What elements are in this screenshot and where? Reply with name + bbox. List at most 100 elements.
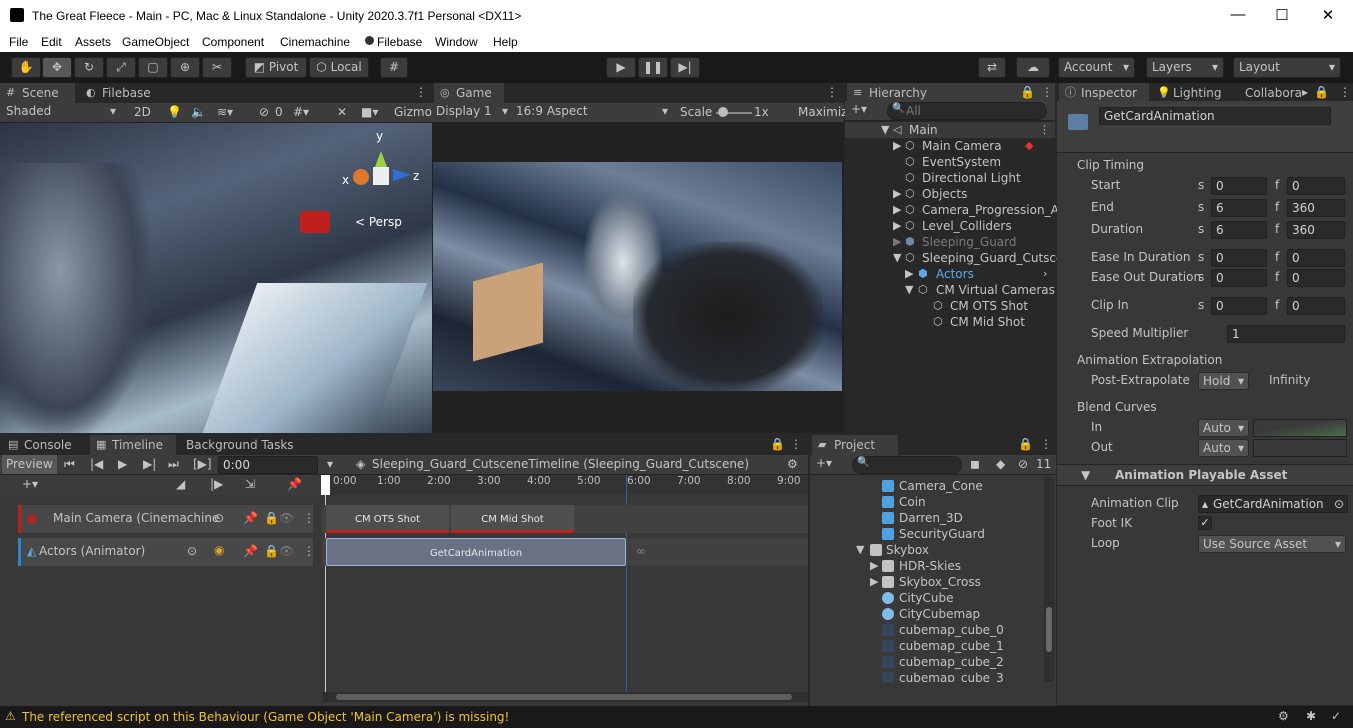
add-button[interactable]: +▾ <box>851 102 867 116</box>
clip-in-frames-input[interactable]: 0 <box>1287 297 1345 315</box>
tab-lighting[interactable]: 💡 Lighting <box>1151 83 1239 103</box>
grid-snap-button[interactable]: # <box>380 57 408 78</box>
lock-icon[interactable]: 🔒 <box>1020 85 1035 99</box>
ease-out-seconds-input[interactable]: 0 <box>1211 269 1267 287</box>
scene-view[interactable]: y x z < Persp <box>0 123 432 433</box>
project-item[interactable]: cubemap_cube_0 <box>810 622 1020 638</box>
transform-tool-button[interactable]: ⊕ <box>170 57 200 78</box>
project-item[interactable]: Coin <box>810 494 1020 510</box>
blend-in-curve-field[interactable] <box>1253 419 1347 437</box>
bug-icon[interactable]: ✱ <box>1306 709 1316 723</box>
search-by-label-icon[interactable]: ◆ <box>996 457 1005 471</box>
menu-gameobject[interactable]: GameObject <box>122 35 189 49</box>
end-seconds-input[interactable]: 6 <box>1211 199 1267 217</box>
playhead[interactable] <box>321 475 330 495</box>
2d-toggle[interactable]: 2D <box>134 105 151 119</box>
ripple-icon[interactable]: |▶ <box>210 477 223 491</box>
post-extrapolate-dropdown[interactable]: Hold <box>1198 372 1249 390</box>
duration-seconds-input[interactable]: 6 <box>1211 221 1267 239</box>
duration-frames-input[interactable]: 360 <box>1287 221 1345 239</box>
game-view[interactable] <box>432 123 844 433</box>
rotate-tool-button[interactable]: ↻ <box>74 57 104 78</box>
chevron-right-icon[interactable]: ▸ <box>1302 85 1308 99</box>
animation-clip-field[interactable]: ▴ GetCardAnimation ⊙ <box>1198 495 1348 513</box>
hierarchy-row[interactable]: ▼ ⬡ CM Virtual Cameras <box>845 282 1055 298</box>
maximize-button[interactable]: ☐ <box>1272 6 1292 24</box>
more-options-icon[interactable]: ⋮ <box>790 437 802 451</box>
scale-slider-thumb[interactable] <box>718 107 728 117</box>
scale-tool-button[interactable]: ⤢ <box>106 57 136 78</box>
mute-track-icon[interactable]: 👁 <box>279 544 294 558</box>
project-item[interactable]: cubemap_cube_3 <box>810 670 1020 682</box>
pause-button[interactable]: ❚❚ <box>638 57 668 78</box>
orientation-gizmo[interactable]: y x z < Persp <box>342 129 425 229</box>
menu-window[interactable]: Window <box>435 35 478 49</box>
shading-mode-dropdown[interactable]: Shaded <box>2 103 120 121</box>
tab-background-tasks[interactable]: Background Tasks <box>178 435 318 455</box>
binding-picker-icon[interactable]: ⊙ <box>214 511 224 525</box>
hierarchy-row[interactable]: ▶ ⬢ Actors › <box>845 266 1055 282</box>
record-icon[interactable]: 📌 <box>243 511 258 525</box>
project-item[interactable]: cubemap_cube_2 <box>810 654 1020 670</box>
menu-component[interactable]: Component <box>202 35 264 49</box>
end-frames-input[interactable]: 360 <box>1287 199 1345 217</box>
cloud-icon[interactable]: ☁ <box>1016 57 1050 78</box>
time-ruler[interactable]: 0:00 1:00 2:00 3:00 4:00 5:00 6:00 7:00 … <box>322 475 808 495</box>
project-item[interactable]: Darren_3D <box>810 510 1020 526</box>
tab-collaborate[interactable]: Collabora <box>1237 83 1302 103</box>
step-button[interactable]: ▶| <box>670 57 700 78</box>
lock-track-icon[interactable]: 🔒 <box>264 544 279 558</box>
playable-asset-header[interactable]: ▼ Animation Playable Asset <box>1057 464 1353 486</box>
hierarchy-row[interactable]: ▶ ⬡ Camera_Progression_Ar <box>845 202 1064 218</box>
audio-toggle-icon[interactable]: 🔈 <box>191 105 206 119</box>
menu-file[interactable]: File <box>9 35 28 49</box>
hierarchy-row[interactable]: ▶ ⬡ Objects <box>845 186 1055 202</box>
start-frames-input[interactable]: 0 <box>1287 177 1345 195</box>
record-button[interactable]: ◉ <box>214 543 224 557</box>
play-range-icon[interactable]: [▶] <box>193 457 212 471</box>
more-options-icon[interactable]: ⋮ <box>1040 437 1052 451</box>
hierarchy-row[interactable]: ▶ ⬡ Level_Colliders <box>845 218 1055 234</box>
more-options-icon[interactable]: ⋮ <box>303 544 315 558</box>
gizmos-dropdown[interactable]: Gizmo <box>394 105 432 119</box>
track-header-main-camera[interactable]: ◼ Main Camera (Cinemachine ⊙ 📌 🔒 👁 ⋮ <box>18 505 315 533</box>
asset-name-field[interactable]: GetCardAnimation <box>1099 107 1331 125</box>
preview-toggle[interactable]: Preview <box>2 455 57 474</box>
layout-dropdown[interactable]: Layout ▾ <box>1233 57 1341 78</box>
gear-icon[interactable]: ⚙ <box>787 457 798 471</box>
layers-dropdown[interactable]: Layers ▾ <box>1146 57 1224 78</box>
hidden-packages-icon[interactable]: ⊘ <box>1018 457 1028 471</box>
snap-icon[interactable]: ◢ <box>176 477 185 491</box>
tab-filebase[interactable]: ◐ Filebase <box>80 83 165 103</box>
hierarchy-row[interactable]: ▶ ⬡ Main Camera ◆ <box>845 138 1055 154</box>
add-track-button[interactable]: +▾ <box>22 477 38 491</box>
project-item[interactable]: Camera_Cone <box>810 478 1020 494</box>
markers-icon[interactable]: ⇲ <box>245 477 255 491</box>
close-button[interactable]: ✕ <box>1318 6 1338 24</box>
chevron-right-icon[interactable]: › <box>1043 266 1047 282</box>
status-bar[interactable]: ⚠ The referenced script on this Behaviou… <box>0 706 1353 728</box>
hierarchy-search-input[interactable]: All <box>887 102 1047 120</box>
hierarchy-row[interactable]: ⬡ EventSystem <box>845 154 1055 170</box>
project-folder[interactable]: ▼ Skybox <box>810 542 1020 558</box>
hierarchy-row-main[interactable]: ▼ ◁ Main ⋮ <box>845 122 1055 138</box>
clip-cm-ots-shot[interactable]: CM OTS Shot <box>326 505 449 533</box>
aspect-dropdown[interactable]: 16:9 Aspect <box>512 103 672 121</box>
blend-in-dropdown[interactable]: Auto <box>1198 419 1249 437</box>
tab-project[interactable]: ▰ Project <box>812 435 898 455</box>
maximize-toggle[interactable]: Maximiz <box>798 105 847 119</box>
lock-icon[interactable]: 🔒 <box>1314 85 1329 99</box>
scrollbar-thumb[interactable] <box>1046 607 1052 652</box>
more-options-icon[interactable]: ⋮ <box>415 85 427 99</box>
record-icon[interactable]: 📌 <box>243 544 258 558</box>
custom-tool-button[interactable]: ✂ <box>202 57 232 78</box>
object-picker-icon[interactable]: ⊙ <box>1334 496 1344 512</box>
tab-inspector[interactable]: ⓘ Inspector <box>1059 83 1149 103</box>
tab-timeline[interactable]: ▦ Timeline <box>90 435 176 455</box>
hidden-objects-icon[interactable]: ⊘ <box>259 105 269 119</box>
timeline-horizontal-scrollbar[interactable] <box>322 692 808 702</box>
start-seconds-input[interactable]: 0 <box>1211 177 1267 195</box>
loop-dropdown[interactable]: Use Source Asset <box>1198 535 1346 553</box>
pivot-toggle[interactable]: ◩ Pivot <box>245 57 307 78</box>
foot-ik-checkbox[interactable]: ✓ <box>1198 516 1212 530</box>
